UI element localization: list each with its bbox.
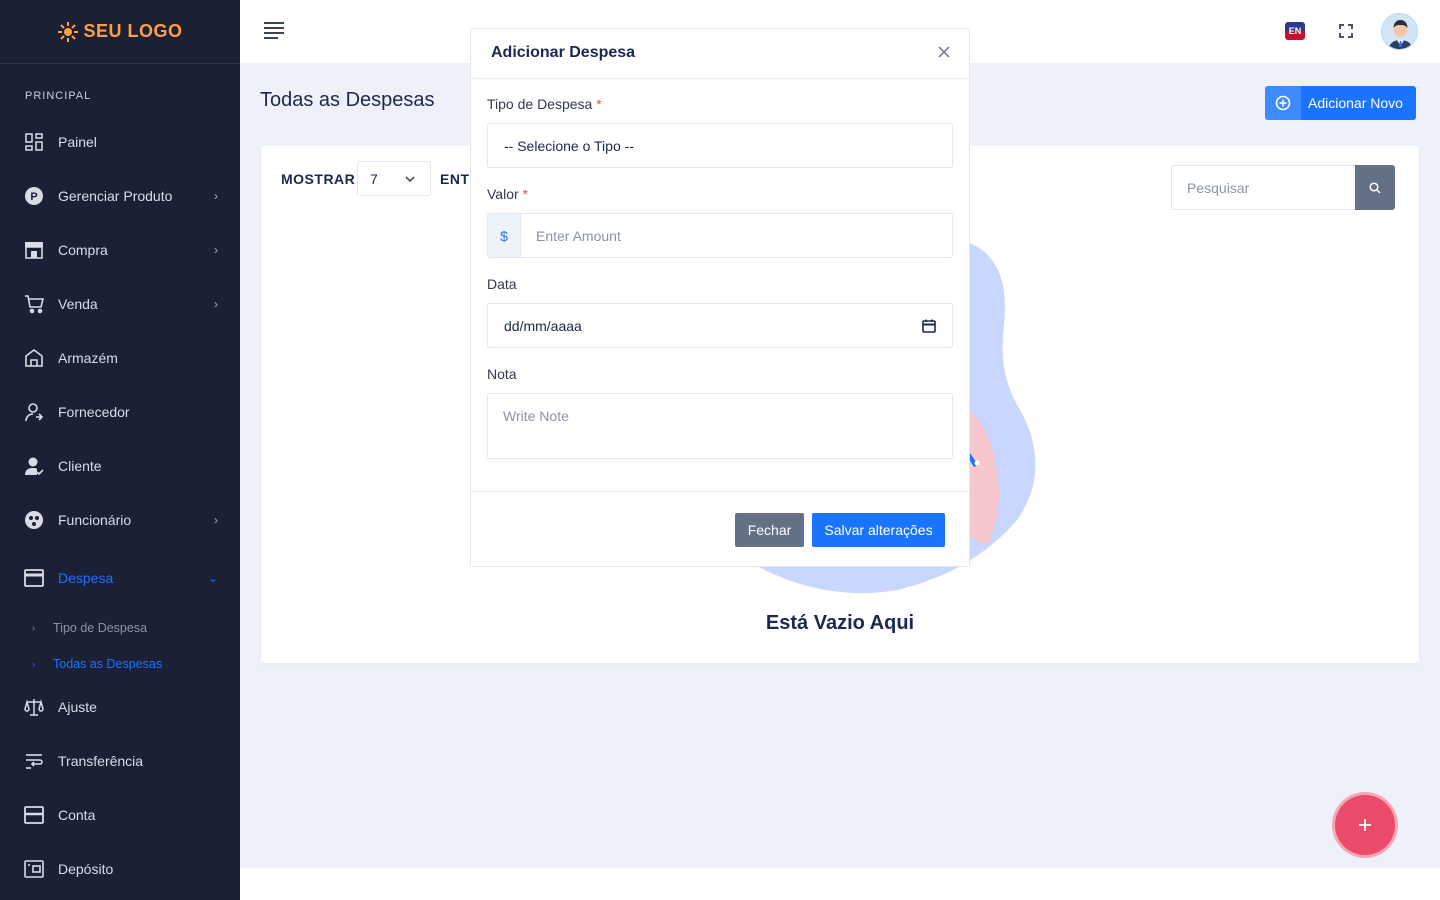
- sidebar-item-fornecedor[interactable]: Fornecedor: [0, 392, 240, 432]
- entries-per-page-select[interactable]: 7: [357, 161, 431, 196]
- sidebar-item-armazem[interactable]: Armazém: [0, 338, 240, 378]
- chevron-down-icon: ⌄: [207, 571, 218, 585]
- sidebar-item-label: Venda: [58, 296, 98, 312]
- sidebar-item-conta[interactable]: Conta: [0, 795, 240, 835]
- chevron-right-icon: ›: [214, 297, 218, 311]
- plus-icon: [1359, 819, 1371, 831]
- entries-label: ENTI: [440, 171, 474, 187]
- product-icon: P: [24, 186, 44, 206]
- save-changes-button[interactable]: Salvar alterações: [812, 513, 945, 547]
- required-mark: *: [522, 186, 528, 202]
- amount-label-text: Valor: [487, 186, 519, 202]
- language-flag-button[interactable]: EN: [1285, 22, 1305, 40]
- close-button[interactable]: Fechar: [735, 513, 804, 547]
- sidebar-item-cliente[interactable]: Cliente: [0, 446, 240, 486]
- sidebar-item-gerenciar-produto[interactable]: P Gerenciar Produto ›: [0, 176, 240, 216]
- date-input-value: dd/mm/aaaa: [504, 317, 582, 334]
- menu-toggle-icon[interactable]: [264, 22, 284, 40]
- expense-type-label-text: Tipo de Despesa: [487, 96, 593, 112]
- search-button[interactable]: [1355, 165, 1395, 210]
- account-icon: [24, 805, 44, 825]
- adjust-icon: [24, 697, 44, 717]
- expense-icon: [24, 568, 44, 588]
- svg-text:P: P: [30, 191, 37, 203]
- cart-icon: [24, 294, 44, 314]
- sidebar-item-label: Armazém: [58, 350, 118, 366]
- sidebar-item-venda[interactable]: Venda ›: [0, 284, 240, 324]
- chevron-right-icon: ›: [214, 189, 218, 203]
- sidebar-item-transferencia[interactable]: Transferência: [0, 741, 240, 781]
- entries-per-page-value: 7: [370, 170, 378, 187]
- sidebar-item-label: Ajuste: [58, 699, 97, 715]
- modal-header: Adicionar Despesa: [471, 29, 969, 79]
- chevron-down-icon: [404, 172, 416, 188]
- show-entries-label: MOSTRAR: [281, 171, 356, 187]
- dashboard-icon: [24, 132, 44, 152]
- store-icon: [24, 240, 44, 260]
- note-label: Nota: [487, 366, 517, 382]
- date-input[interactable]: dd/mm/aaaa: [487, 303, 953, 348]
- sidebar-item-funcionario[interactable]: Funcionário ›: [0, 500, 240, 540]
- avatar[interactable]: [1381, 13, 1418, 50]
- empty-state-text: Está Vazio Aqui: [765, 612, 915, 634]
- sidebar-item-label: Cliente: [58, 458, 102, 474]
- sidebar-item-label: Funcionário: [58, 512, 132, 528]
- chevron-right-icon: ›: [214, 243, 218, 257]
- modal-footer: Fechar Salvar alterações: [471, 491, 969, 567]
- fullscreen-icon[interactable]: [1337, 22, 1355, 40]
- sidebar: SEU LOGO PRINCIPAL Painel P Gerenciar Pr…: [0, 0, 240, 900]
- logo-icon: [58, 21, 79, 42]
- sidebar-item-label: Fornecedor: [58, 404, 130, 420]
- sidebar-section-label: PRINCIPAL: [25, 90, 92, 102]
- expense-type-select[interactable]: -- Selecione o Tipo --: [487, 123, 953, 168]
- customer-icon: [24, 456, 44, 476]
- transfer-icon: [24, 751, 44, 771]
- deposit-icon: [24, 859, 44, 879]
- sidebar-subitem-label: Todas as Despesas: [53, 657, 163, 671]
- logo[interactable]: SEU LOGO: [0, 0, 240, 64]
- search-input[interactable]: Pesquisar: [1171, 165, 1356, 210]
- sidebar-item-despesa[interactable]: Despesa ⌄: [0, 558, 240, 598]
- sidebar-item-label: Compra: [58, 242, 108, 258]
- employee-icon: [24, 510, 44, 530]
- sidebar-item-label: Gerenciar Produto: [58, 188, 173, 204]
- add-new-label: Adicionar Novo: [1308, 95, 1403, 111]
- sidebar-item-label: Despesa: [58, 570, 114, 586]
- floating-add-button[interactable]: [1335, 795, 1395, 855]
- modal-title: Adicionar Despesa: [491, 44, 636, 61]
- note-textarea[interactable]: Write Note: [487, 393, 953, 459]
- sidebar-item-label: Conta: [58, 807, 96, 823]
- expense-type-label: Tipo de Despesa *: [487, 96, 602, 112]
- search-icon: [1369, 181, 1381, 194]
- expense-type-value: -- Selecione o Tipo --: [504, 137, 634, 154]
- warehouse-icon: [24, 348, 44, 368]
- supplier-icon: [24, 402, 44, 422]
- logo-text: SEU LOGO: [83, 21, 183, 41]
- date-label: Data: [487, 276, 517, 292]
- currency-prefix: $: [487, 213, 521, 258]
- page-title: Todas as Despesas: [260, 89, 435, 111]
- footer: [240, 868, 1440, 900]
- add-new-button[interactable]: Adicionar Novo: [1265, 86, 1416, 120]
- sidebar-item-compra[interactable]: Compra ›: [0, 230, 240, 270]
- sidebar-item-ajuste[interactable]: Ajuste: [0, 687, 240, 727]
- sidebar-subitem-todas-despesas[interactable]: › Todas as Despesas: [32, 652, 162, 676]
- chevron-right-icon: ›: [32, 659, 35, 669]
- sidebar-item-label: Painel: [58, 134, 97, 150]
- sidebar-item-deposito[interactable]: Depósito: [0, 849, 240, 889]
- sidebar-item-label: Transferência: [58, 753, 144, 769]
- amount-label: Valor *: [487, 186, 528, 202]
- sidebar-item-painel[interactable]: Painel: [0, 122, 240, 162]
- plus-circle-icon: [1265, 86, 1301, 120]
- calendar-icon[interactable]: [922, 319, 936, 336]
- amount-input[interactable]: Enter Amount: [520, 213, 953, 258]
- required-mark: *: [596, 96, 602, 112]
- sidebar-item-label: Depósito: [58, 861, 114, 877]
- chevron-right-icon: ›: [214, 513, 218, 527]
- close-icon[interactable]: [937, 45, 951, 59]
- add-expense-modal: Adicionar Despesa Tipo de Despesa * -- S…: [470, 28, 970, 567]
